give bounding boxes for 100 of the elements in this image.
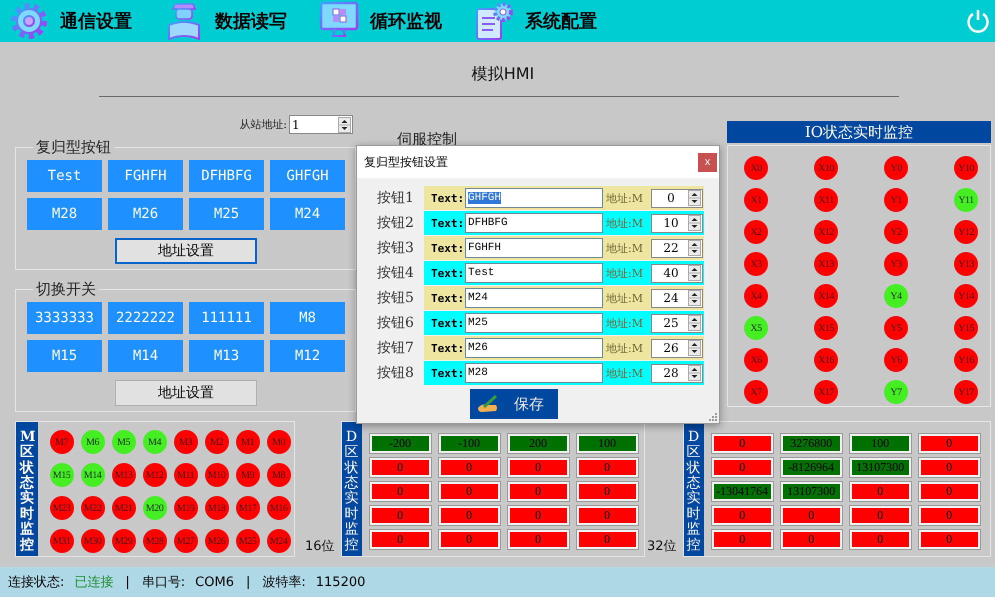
status-label: 连接状态: 已连接 [8, 574, 114, 591]
value-cell: -13041764 [712, 482, 773, 501]
status-lamp: M26 [204, 529, 228, 553]
status-lamp: Y0 [884, 156, 908, 180]
field-label: 地址:M [606, 316, 644, 330]
spinner-arrows[interactable] [688, 365, 701, 381]
text-input[interactable]: GHFGH [465, 188, 603, 208]
field-label: 地址:M [606, 340, 644, 356]
address-spinbox[interactable]: 22 [651, 238, 703, 258]
value-cell: -8126964 [780, 458, 842, 477]
status-lamp: M12 [142, 463, 166, 487]
status-lamp: X0 [744, 156, 768, 180]
address-settings-button[interactable]: 地址设置 [115, 238, 257, 264]
status-lamp: M20 [142, 496, 166, 520]
status-lamp: Y5 [884, 316, 908, 340]
status-lamp: M1 [236, 430, 260, 454]
gear-icon[interactable] [8, 1, 50, 41]
status-lamp: M15 [50, 463, 74, 487]
status-lamp: Y10 [954, 156, 978, 180]
nav-menu-item[interactable]: 系统配置 [525, 9, 597, 33]
status-lamp: M18 [204, 496, 228, 520]
value-cell: 0 [850, 530, 911, 549]
status-lamp: M17 [236, 496, 260, 520]
save-button[interactable]: 保存 [470, 389, 558, 419]
address-spinbox[interactable]: 28 [651, 364, 703, 382]
status-lamp: M19 [174, 496, 198, 520]
value-cell: 0 [780, 530, 842, 549]
value-cell: 0 [370, 530, 431, 549]
status-lamp: X4 [744, 284, 768, 308]
text-input[interactable]: DFHBFG [465, 213, 603, 233]
status-lamp: M11 [174, 463, 198, 487]
nav-menu-item[interactable]: 循环监视 [370, 9, 442, 33]
status-lamp: M24 [266, 529, 290, 553]
spinner-arrows[interactable] [688, 265, 701, 281]
spinner-arrows[interactable] [688, 190, 701, 206]
value-cell: 0 [918, 482, 980, 501]
field-label: 地址:M [606, 366, 644, 380]
status-lamp: M30 [80, 529, 104, 553]
status-lamp: Y1 [884, 188, 908, 212]
text-input[interactable]: M28 [465, 363, 603, 383]
status-lamp: M21 [112, 496, 136, 520]
status-lamp: X5 [744, 316, 768, 340]
status-lamp: M5 [112, 430, 136, 454]
value-cell: 0 [576, 506, 638, 525]
address-spinbox[interactable]: 40 [651, 264, 703, 282]
address-spinbox[interactable]: 24 [651, 288, 703, 308]
value-cell: 0 [850, 506, 911, 525]
value-cell: 100 [576, 434, 638, 453]
spinner-arrows[interactable] [688, 290, 701, 306]
spinner-arrows[interactable] [338, 116, 351, 132]
text-input[interactable]: FGHFH [465, 238, 603, 258]
status-lamp: M3 [174, 430, 198, 454]
text-input[interactable]: M25 [465, 313, 603, 333]
address-settings-button[interactable]: 地址设置 [115, 380, 257, 406]
value-cell: 0 [576, 530, 638, 549]
status-lamp: M6 [80, 430, 104, 454]
status-lamp: X11 [814, 188, 838, 212]
status-lamp: X6 [744, 348, 768, 372]
text-input[interactable]: Test [465, 263, 603, 283]
spinner-arrows[interactable] [688, 340, 701, 356]
row-label: 按钮6 [377, 314, 415, 332]
text-input[interactable]: M26 [465, 338, 603, 358]
address-spinbox[interactable]: 25 [651, 314, 703, 332]
document-gear-icon[interactable] [473, 1, 515, 41]
status-lamp: Y11 [954, 188, 978, 212]
value-cell: 0 [370, 506, 431, 525]
nav-menu-item[interactable]: 通信设置 [60, 9, 132, 33]
spinner-arrows[interactable] [688, 240, 701, 256]
resize-grip-icon[interactable] [709, 413, 717, 421]
status-lamp: M31 [50, 529, 74, 553]
status-lamp: M13 [112, 463, 136, 487]
close-button[interactable]: x [698, 152, 717, 172]
panel-header: IO状态实时监控 [727, 121, 991, 143]
separator: | [246, 574, 250, 590]
status-lamp: M8 [266, 463, 290, 487]
field-label: Text: [431, 342, 462, 354]
value-cell: 0 [438, 482, 500, 501]
value-cell: 100 [850, 434, 911, 453]
slave-address-spinbox[interactable]: 1 [289, 115, 353, 134]
value-cell: 0 [438, 530, 500, 549]
spinner-arrows[interactable] [688, 315, 701, 331]
address-spinbox[interactable]: 0 [651, 188, 703, 208]
status-lamp: X7 [744, 380, 768, 404]
address-spinbox[interactable]: 10 [651, 214, 703, 232]
field-label: Text: [431, 292, 462, 304]
value-cell: 0 [712, 530, 773, 549]
value-cell: 3276800 [780, 434, 842, 453]
status-lamp: X1 [744, 188, 768, 212]
spinner-arrows[interactable] [688, 215, 701, 231]
field-label: 地址:M [606, 216, 644, 230]
status-label: 串口号: COM6 [142, 574, 234, 591]
field-label: 地址:M [606, 190, 644, 206]
address-spinbox[interactable]: 26 [651, 338, 703, 358]
group-title: 切换开关 [36, 280, 96, 298]
status-lamp: Y13 [954, 252, 978, 276]
field-label: 地址:M [606, 290, 644, 306]
status-lamp: X12 [814, 220, 838, 244]
nav-menu-item[interactable]: 数据读写 [215, 9, 287, 33]
text-input[interactable]: M24 [465, 288, 603, 308]
value-cell: 0 [508, 530, 569, 549]
